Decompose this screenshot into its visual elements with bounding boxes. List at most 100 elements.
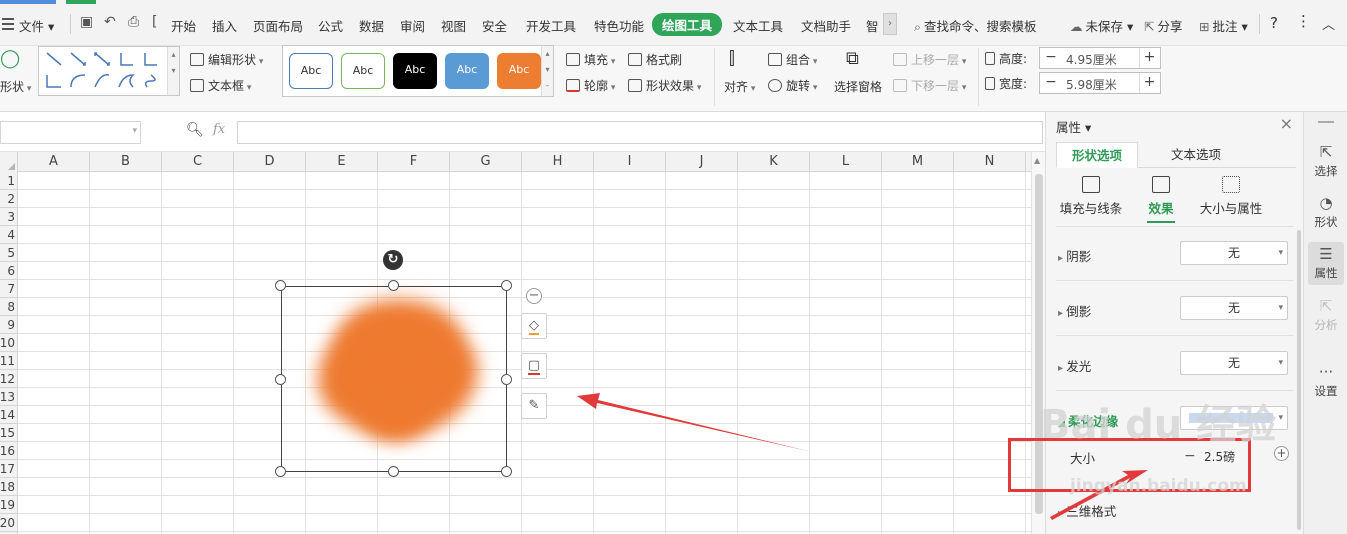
zoom-icon[interactable]: 🔍︎ xyxy=(186,122,204,138)
height-value[interactable]: 4.95厘米 xyxy=(1066,51,1117,68)
resize-handle-e[interactable] xyxy=(501,374,512,385)
collapse-float-toolbar-icon[interactable]: − xyxy=(526,288,542,304)
gallery-scroll[interactable]: ▴ ▾ xyxy=(167,47,179,95)
width-decrease-button[interactable]: − xyxy=(1041,73,1061,93)
column-header-g[interactable]: G xyxy=(450,152,522,172)
height-decrease-button[interactable]: − xyxy=(1041,48,1061,68)
help-button[interactable]: ? xyxy=(1270,14,1278,32)
more-icon[interactable]: ⋮ xyxy=(1296,12,1311,30)
tab-smart[interactable]: 智 xyxy=(866,16,879,35)
resize-handle-n[interactable] xyxy=(388,280,399,291)
command-search[interactable]: ⌕ 查找命令、搜索模板 xyxy=(914,16,1037,35)
tab-insert[interactable]: 插入 xyxy=(212,16,237,35)
glow-expander[interactable]: 发光 xyxy=(1058,356,1091,375)
print-icon[interactable]: ⎙ xyxy=(128,14,139,30)
row-header-16[interactable]: 16 xyxy=(0,442,17,460)
format-painter-button[interactable]: 格式刷 xyxy=(628,51,682,68)
column-header-l[interactable]: L xyxy=(810,152,882,172)
file-menu[interactable]: 文件 ▾ xyxy=(19,16,54,35)
column-header-i[interactable]: I xyxy=(594,152,666,172)
row-header-4[interactable]: 4 xyxy=(0,226,17,244)
edit-shape-button[interactable]: 编辑形状 xyxy=(190,51,263,68)
resize-handle-ne[interactable] xyxy=(501,280,512,291)
sidebar-item-analysis[interactable]: ⇱ 分析 xyxy=(1308,298,1344,333)
3d-format-expander[interactable]: 三维格式 xyxy=(1058,501,1116,520)
style-gallery-scroll[interactable]: ▴ ▾ – xyxy=(541,46,553,96)
row-header-8[interactable]: 8 xyxy=(0,298,17,316)
share-button[interactable]: ⇱ 分享 xyxy=(1144,16,1183,35)
column-header-d[interactable]: D xyxy=(234,152,306,172)
column-header-n[interactable]: N xyxy=(954,152,1026,172)
float-outline-button[interactable]: ▢ xyxy=(521,353,547,379)
tab-security[interactable]: 安全 xyxy=(482,16,507,35)
column-header-m[interactable]: M xyxy=(882,152,954,172)
line-shapes-icon[interactable] xyxy=(43,49,171,97)
shape-dropdown[interactable]: 形状 xyxy=(0,78,31,95)
style-outline-green[interactable]: Abc xyxy=(341,53,385,89)
height-increase-button[interactable]: + xyxy=(1139,48,1159,68)
width-stepper[interactable]: − 5.98厘米 + xyxy=(1039,72,1161,94)
sidebar-item-properties[interactable]: ☰ 属性 xyxy=(1308,242,1344,285)
panel-scrollbar[interactable] xyxy=(1297,230,1301,530)
column-header-e[interactable]: E xyxy=(306,152,378,172)
reflection-select[interactable]: 无 xyxy=(1180,296,1288,320)
shape-insert-icon[interactable]: ◯ xyxy=(0,48,20,69)
formula-input[interactable] xyxy=(237,121,1043,144)
row-header-19[interactable]: 19 xyxy=(0,496,17,514)
name-box[interactable]: ▾ xyxy=(0,121,141,144)
resize-handle-w[interactable] xyxy=(275,374,286,385)
shape-selection-box[interactable] xyxy=(281,286,507,472)
chevron-down-icon[interactable]: ▾ xyxy=(132,126,137,136)
reflection-expander[interactable]: 倒影 xyxy=(1058,301,1091,320)
style-fill-blue[interactable]: Abc xyxy=(445,53,489,89)
float-fill-button[interactable]: ◇ xyxy=(521,313,547,339)
width-value[interactable]: 5.98厘米 xyxy=(1066,76,1117,93)
subtab-size-properties[interactable]: 大小与属性 xyxy=(1191,176,1271,217)
tab-formula[interactable]: 公式 xyxy=(318,16,343,35)
shape-effect-button[interactable]: 形状效果 xyxy=(628,77,701,94)
row-header-12[interactable]: 12 xyxy=(0,370,17,388)
resize-handle-se[interactable] xyxy=(501,466,512,477)
style-outline-blue[interactable]: Abc xyxy=(289,53,333,89)
resize-handle-s[interactable] xyxy=(388,466,399,477)
column-header-a[interactable]: A xyxy=(18,152,90,172)
collapse-ribbon-icon[interactable]: ︿ xyxy=(1322,14,1335,33)
outline-button[interactable]: 轮廓 xyxy=(566,77,615,94)
row-header-7[interactable]: 7 xyxy=(0,280,17,298)
align-button[interactable]: 对齐 xyxy=(724,78,755,95)
tab-view[interactable]: 视图 xyxy=(441,16,466,35)
float-format-button[interactable]: ✎ xyxy=(521,393,547,419)
subtab-fill-line[interactable]: 填充与线条 xyxy=(1051,176,1131,217)
unsaved-status[interactable]: ☁ 未保存 ▾ xyxy=(1070,16,1133,35)
panel-title[interactable]: 属性 ▾ xyxy=(1056,117,1091,136)
column-header-f[interactable]: F xyxy=(378,152,450,172)
tab-text-tools[interactable]: 文本工具 xyxy=(733,16,783,35)
tab-data[interactable]: 数据 xyxy=(359,16,384,35)
column-header-k[interactable]: K xyxy=(738,152,810,172)
send-backward-button[interactable]: 下移一层 xyxy=(893,77,966,94)
tab-page-layout[interactable]: 页面布局 xyxy=(253,16,303,35)
more-quick-icon[interactable]: [ xyxy=(152,14,157,30)
scroll-up-icon[interactable]: ▲ xyxy=(1034,156,1040,165)
row-header-9[interactable]: 9 xyxy=(0,316,17,334)
column-header-j[interactable]: J xyxy=(666,152,738,172)
resize-handle-nw[interactable] xyxy=(275,280,286,291)
soft-edge-increase-button[interactable]: + xyxy=(1274,446,1289,461)
tab-review[interactable]: 审阅 xyxy=(400,16,425,35)
tab-developer[interactable]: 开发工具 xyxy=(526,16,576,35)
undo-icon[interactable]: ↶ xyxy=(104,14,116,30)
row-header-14[interactable]: 14 xyxy=(0,406,17,424)
column-header-h[interactable]: H xyxy=(522,152,594,172)
row-header-2[interactable]: 2 xyxy=(0,190,17,208)
shadow-select[interactable]: 无 xyxy=(1180,241,1288,265)
shadow-expander[interactable]: 阴影 xyxy=(1058,246,1091,265)
tab-doc-assistant[interactable]: 文档助手 xyxy=(801,16,851,35)
text-box-button[interactable]: 文本框 xyxy=(190,77,251,94)
menu-icon[interactable] xyxy=(2,18,14,33)
subtab-effects[interactable]: 效果 xyxy=(1121,176,1201,223)
row-header-10[interactable]: 10 xyxy=(0,334,17,352)
sidebar-item-select[interactable]: ⇱ 选择 xyxy=(1308,144,1344,179)
sidebar-item-shape[interactable]: ◔ 形状 xyxy=(1308,195,1344,230)
save-icon[interactable]: ▣ xyxy=(80,14,93,30)
column-header-c[interactable]: C xyxy=(162,152,234,172)
